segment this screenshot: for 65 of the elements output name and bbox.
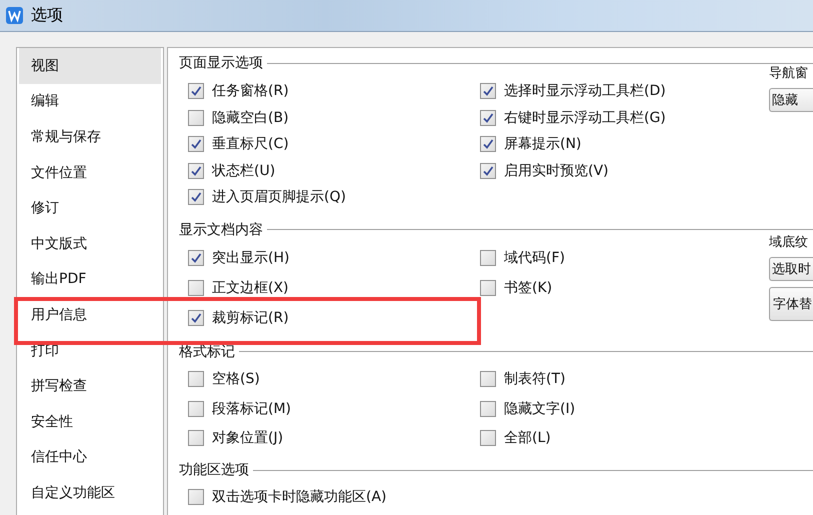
checkbox[interactable] [188,371,204,388]
section-heading: 显示文档内容 [179,220,263,238]
checkbox[interactable] [480,162,496,179]
checkbox-label: 空格(S) [212,370,260,388]
checkbox-label: 隐藏文字(I) [504,400,576,418]
checkbox-label: 屏幕提示(N) [504,135,582,154]
sidebar-item[interactable]: 信任中心 [19,440,161,476]
checkbox[interactable] [188,110,204,126]
checkbox-label: 对象位置(J) [212,429,284,448]
checkbox-label: 双击选项卡时隐藏功能区(A) [212,488,387,506]
checkbox[interactable] [480,371,496,388]
checkbox[interactable] [188,136,204,152]
checkbox[interactable] [188,400,204,417]
sidebar-item[interactable]: 修订 [19,190,161,226]
checkbox-label: 隐藏空白(B) [212,108,289,127]
checkbox[interactable] [188,83,204,100]
sidebar-item[interactable]: 安全性 [19,404,161,440]
sidebar-item[interactable]: 中文版式 [19,226,161,262]
checkbox-label: 选择时显示浮动工具栏(D) [504,82,666,100]
checkbox-label: 任务窗格(R) [212,82,289,100]
checkbox-label: 突出显示(H) [212,248,290,266]
dropdown[interactable]: 隐藏 [769,88,813,112]
checkbox[interactable] [188,250,204,266]
checkbox-label: 裁剪标记(R) [212,308,289,326]
checkbox[interactable] [480,280,496,296]
checkbox[interactable] [480,250,496,266]
sidebar-item[interactable]: 视图 [19,48,161,84]
field-label: 域底纹 [769,234,808,250]
checkbox[interactable] [188,430,204,446]
checkbox-label: 垂直标尺(C) [212,135,289,154]
sidebar-item[interactable]: 输出PDF [19,262,161,298]
sidebar-item[interactable]: 自定义功能区 [19,475,161,511]
checkbox-label: 状态栏(U) [212,162,276,180]
dropdown[interactable]: 选取时 [769,256,813,280]
checkbox[interactable] [188,189,204,206]
checkbox[interactable] [480,83,496,100]
option-button[interactable]: 字体替 [769,286,813,320]
sidebar-item[interactable]: 编辑 [19,84,161,120]
checkbox-label: 右键时显示浮动工具栏(G) [504,108,666,127]
field-label: 导航窗 [769,65,808,82]
sidebar-item[interactable]: 常规与保存 [19,119,161,155]
checkbox-label: 段落标记(M) [212,400,292,418]
checkbox-label: 正文边框(X) [212,278,289,296]
checkbox-label: 书签(K) [504,278,552,296]
app-logo-icon [6,7,23,24]
sidebar-item[interactable]: 用户信息 [19,297,161,333]
checkbox-label: 制表符(T) [504,370,566,388]
checkbox[interactable] [480,430,496,446]
checkbox-label: 启用实时预览(V) [504,162,609,180]
checkbox[interactable] [188,489,204,505]
checkbox[interactable] [188,162,204,179]
checkbox[interactable] [188,280,204,296]
sidebar-item[interactable]: 文件位置 [19,154,161,190]
checkbox-label: 域代码(F) [504,248,565,266]
section-heading: 功能区选项 [179,461,249,479]
checkbox[interactable] [480,400,496,417]
checkbox[interactable] [480,136,496,152]
section-heading: 页面显示选项 [179,54,263,72]
checkbox[interactable] [480,110,496,126]
checkbox-label: 进入页眉页脚提示(Q) [212,188,346,206]
section-heading: 格式标记 [179,342,235,360]
sidebar-item[interactable]: 拼写检查 [19,368,161,404]
window-title: 选项 [31,5,63,26]
checkbox-label: 全部(L) [504,429,551,448]
checkbox[interactable] [188,310,204,326]
